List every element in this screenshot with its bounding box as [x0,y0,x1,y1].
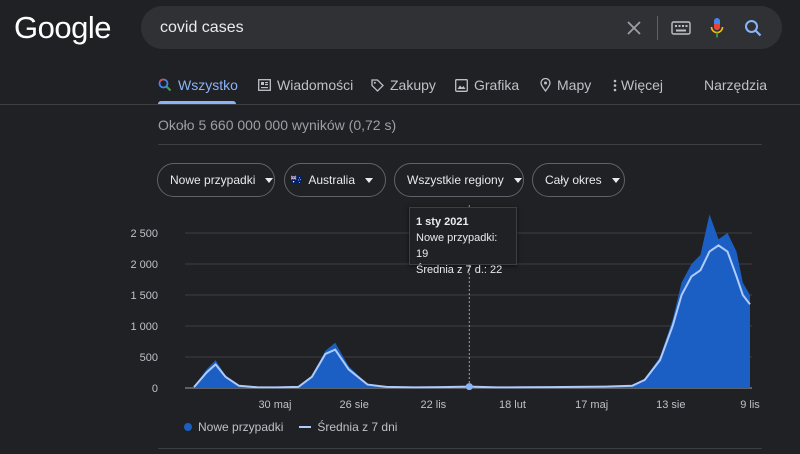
y-tick-label: 0 [152,383,158,395]
tab-shopping-label: Zakupy [390,77,436,93]
caret-down-icon [265,177,274,183]
bottom-divider [158,448,762,449]
more-vert-icon [613,79,617,91]
microphone-icon[interactable] [706,17,728,39]
google-logo[interactable]: Google [14,10,111,46]
region-filter-label: Wszystkie regiony [407,173,504,187]
y-tick-label: 500 [140,352,158,364]
region-filter[interactable]: Wszystkie regiony [394,163,524,197]
search-tabs: Wszystko Wiadomości Zakupy Grafika Mapy … [158,70,778,104]
tooltip-date: 1 sty 2021 [416,216,469,228]
tab-more[interactable]: Więcej [613,70,663,100]
tab-maps[interactable]: Mapy [540,70,591,100]
clear-icon[interactable] [623,17,645,39]
map-pin-icon [540,78,551,92]
chart-tooltip: 1 sty 2021 Nowe przypadki: 19 Średnia z … [409,207,517,276]
x-tick-label: 9 lis [740,399,760,411]
legend-line-label: Średnia z 7 dni [317,420,398,434]
tab-images[interactable]: Grafika [455,70,519,100]
result-stats: Około 5 660 000 000 wyników (0,72 s) [158,117,397,133]
x-tick-label: 17 maj [575,399,608,411]
australia-flag-icon [291,175,303,184]
section-divider [158,144,762,145]
legend-line-swatch [299,426,312,428]
y-tick-label: 1 000 [130,321,158,333]
caret-down-icon [513,177,522,183]
news-icon [258,79,271,91]
tools-label: Narzędzia [704,77,768,93]
image-icon [455,78,468,92]
tab-more-label: Więcej [621,77,664,93]
period-filter[interactable]: Cały okres [532,163,625,197]
search-icon[interactable] [742,17,764,39]
logo-text: Google [14,10,111,45]
y-tick-label: 2 000 [130,259,158,271]
search-input[interactable]: covid cases [160,6,244,49]
tab-images-label: Grafika [474,77,520,93]
tab-all-label: Wszystko [178,77,238,93]
y-tick-label: 1 500 [130,290,158,302]
tooltip-average: Średnia z 7 d.: 22 [416,264,503,276]
metric-filter-label: Nowe przypadki [170,173,256,187]
tag-icon [371,78,384,92]
search-bar[interactable]: covid cases [141,6,782,49]
x-tick-label: 22 lis [420,399,446,411]
tab-news-label: Wiadomości [277,77,354,93]
y-tick-label: 2 500 [130,228,158,240]
chart-legend: Nowe przypadki Średnia z 7 dni [184,420,397,434]
x-tick-label: 26 sie [339,399,368,411]
country-filter-label: Australia [308,173,355,187]
legend-bars-swatch [184,423,192,431]
search-divider [657,16,658,40]
tab-maps-label: Mapy [557,77,592,93]
x-tick-label: 30 maj [258,399,291,411]
period-filter-label: Cały okres [545,173,602,187]
search-icon [158,78,172,92]
x-tick-label: 13 sie [656,399,685,411]
tab-all[interactable]: Wszystko [158,70,238,100]
caret-down-icon [611,177,620,183]
country-filter[interactable]: Australia [284,163,386,197]
hover-point [465,383,473,391]
tools-button[interactable]: Narzędzia [704,70,767,100]
keyboard-icon[interactable] [670,17,692,39]
tooltip-new-cases: Nowe przypadki: 19 [416,232,498,260]
tabs-divider [0,104,800,105]
x-tick-label: 18 lut [499,399,526,411]
legend-bars-label: Nowe przypadki [198,420,284,434]
metric-filter[interactable]: Nowe przypadki [157,163,275,197]
tab-news[interactable]: Wiadomości [258,70,353,100]
caret-down-icon [365,177,373,183]
tab-shopping[interactable]: Zakupy [371,70,436,100]
